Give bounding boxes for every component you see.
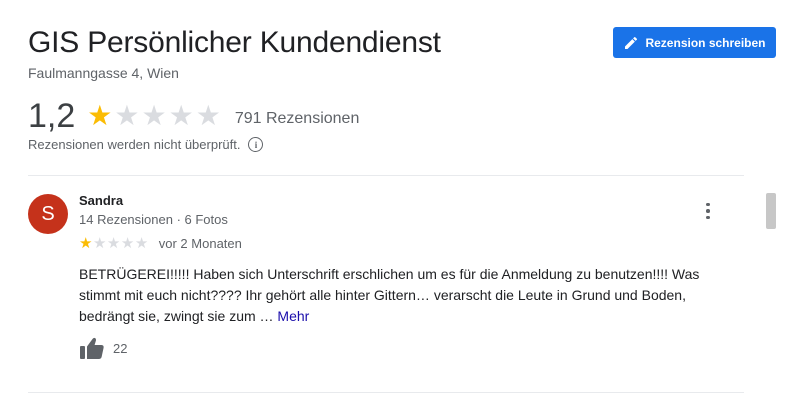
info-icon[interactable]: i bbox=[248, 137, 264, 152]
star-icon: ★ bbox=[120, 235, 135, 252]
review-date: vor 2 Monaten bbox=[158, 236, 242, 251]
pencil-icon bbox=[625, 36, 638, 49]
write-review-label: Rezension schreiben bbox=[645, 35, 766, 50]
not-verified-notice: Rezensionen werden nicht überprüft. i bbox=[28, 137, 264, 152]
average-stars: ★ ★ ★ ★ ★ bbox=[87, 102, 221, 130]
place-title: GIS Persönlicher Kundendienst bbox=[28, 26, 441, 59]
reviewer-meta: 14 Rezensionen · 6 Fotos bbox=[79, 212, 228, 227]
avatar[interactable]: S bbox=[28, 194, 68, 234]
more-vert-icon[interactable] bbox=[696, 201, 720, 221]
star-icon: ★ bbox=[87, 100, 113, 131]
star-icon: ★ bbox=[79, 235, 93, 252]
review-body: BETRÜGEREI!!!!! Haben sich Unterschrift … bbox=[79, 266, 700, 324]
star-icon: ★ bbox=[168, 100, 194, 131]
write-review-button[interactable]: Rezension schreiben bbox=[613, 27, 776, 58]
reviews-panel: GIS Persönlicher Kundendienst Faulmannga… bbox=[0, 0, 800, 400]
star-icon: ★ bbox=[106, 235, 121, 252]
like-area: 22 bbox=[79, 336, 127, 360]
review-count: 791 Rezensionen bbox=[234, 110, 360, 127]
average-rating: 1,2 bbox=[28, 97, 76, 135]
star-icon: ★ bbox=[195, 100, 221, 131]
rating-summary: 1,2 ★ ★ ★ ★ ★ 791 Rezensionen bbox=[28, 96, 359, 136]
not-verified-text: Rezensionen werden nicht überprüft. bbox=[28, 137, 241, 152]
more-link[interactable]: Mehr bbox=[277, 308, 309, 324]
star-icon: ★ bbox=[141, 100, 167, 131]
place-address: Faulmanngasse 4, Wien bbox=[28, 65, 179, 81]
scrollbar-thumb[interactable] bbox=[766, 193, 776, 229]
divider bbox=[28, 392, 744, 393]
divider bbox=[28, 175, 744, 176]
review-stars: ★ ★ ★ ★ ★ vor 2 Monaten bbox=[79, 236, 242, 251]
thumbs-up-icon[interactable] bbox=[79, 336, 105, 360]
star-icon: ★ bbox=[134, 235, 149, 252]
star-icon: ★ bbox=[92, 235, 107, 252]
star-icon: ★ bbox=[114, 100, 140, 131]
reviewer-name[interactable]: Sandra bbox=[79, 193, 123, 208]
review-text: BETRÜGEREI!!!!! Haben sich Unterschrift … bbox=[79, 264, 719, 327]
place-header: GIS Persönlicher Kundendienst Faulmannga… bbox=[28, 24, 441, 81]
like-count: 22 bbox=[113, 340, 128, 356]
